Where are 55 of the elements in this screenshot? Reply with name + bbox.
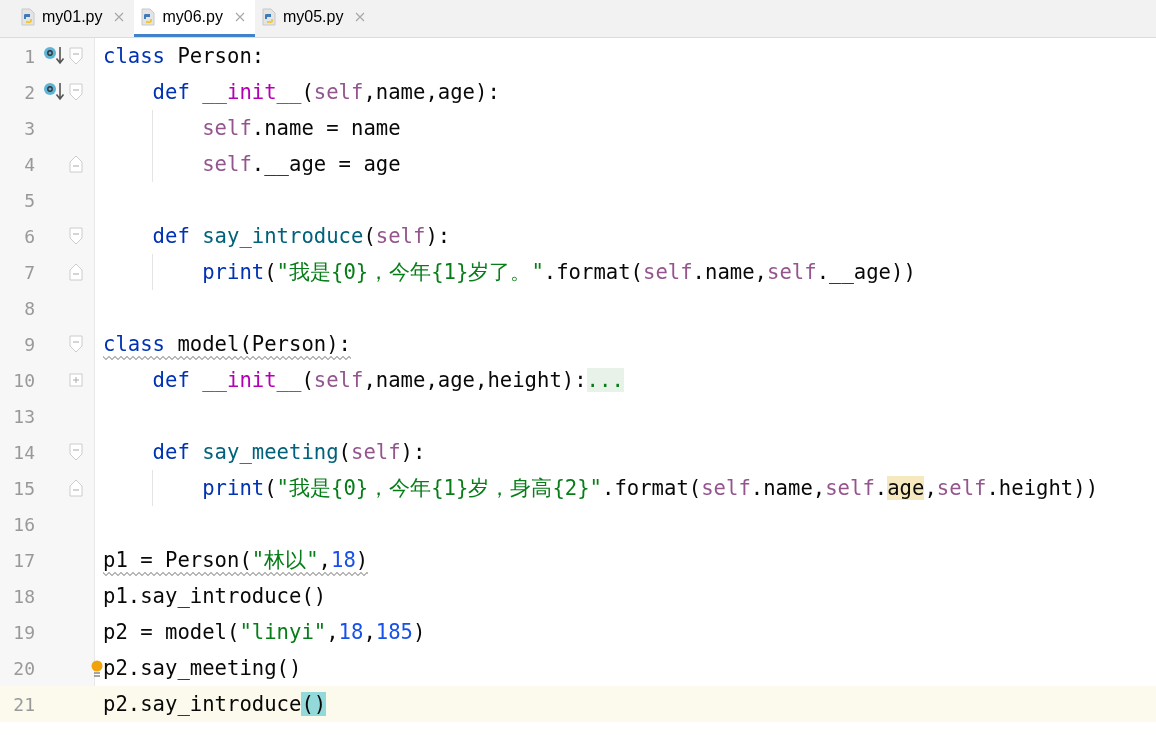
python-file-icon <box>140 8 157 26</box>
code-line: def say_meeting(self): <box>151 440 426 464</box>
code-line: def say_introduce(self): <box>151 224 451 248</box>
close-icon[interactable] <box>114 12 125 22</box>
fold-icon[interactable] <box>69 227 83 245</box>
line-number: 8 <box>23 297 35 319</box>
python-file-icon <box>20 8 36 26</box>
python-file-icon <box>260 8 277 26</box>
close-icon[interactable] <box>355 12 366 22</box>
code-line: print("我是{0}，今年{1}岁了。".format(self.name,self.__age)) <box>201 260 916 284</box>
fold-icon[interactable] <box>69 47 83 65</box>
code-line: p2.say_introduce() <box>103 692 327 716</box>
code-line: def __init__(self,name,age): <box>151 80 500 104</box>
line-number: 19 <box>12 621 35 643</box>
code-line: def __init__(self,name,age,height):... <box>151 368 624 392</box>
code-line: self.__age = age <box>201 152 401 176</box>
fold-end-icon[interactable] <box>69 155 83 173</box>
override-marker-icon[interactable] <box>43 45 67 67</box>
fold-icon[interactable] <box>69 83 83 101</box>
file-tab[interactable]: my01.py <box>14 0 135 37</box>
code-line: p1.say_introduce() <box>103 584 327 608</box>
line-number: 4 <box>23 153 35 175</box>
fold-icon[interactable] <box>69 335 83 353</box>
fold-end-icon[interactable] <box>69 479 83 497</box>
line-number: 9 <box>23 333 35 355</box>
line-number: 1 <box>23 45 35 67</box>
expand-icon[interactable] <box>69 373 83 387</box>
line-number: 14 <box>12 441 35 463</box>
lightbulb-icon[interactable] <box>91 660 103 678</box>
line-number: 10 <box>12 369 35 391</box>
code-line: p1 = Person("林以",18) <box>103 548 369 572</box>
line-number: 16 <box>12 513 35 535</box>
line-number: 21 <box>12 693 35 715</box>
code-line: print("我是{0}，今年{1}岁，身高{2}".format(self.name,self.age,self.height)) <box>201 476 1099 500</box>
line-number: 15 <box>12 477 35 499</box>
file-tab[interactable]: my05.py <box>254 0 376 37</box>
fold-icon[interactable] <box>69 443 83 461</box>
line-number: 5 <box>23 189 35 211</box>
line-number: 20 <box>12 657 35 679</box>
code-line: p2.say_meeting() <box>103 656 302 680</box>
line-number: 18 <box>12 585 35 607</box>
line-number: 17 <box>12 549 35 571</box>
line-number: 2 <box>23 81 35 103</box>
line-number: 13 <box>12 405 35 427</box>
code-line: class Person: <box>103 44 265 68</box>
fold-end-icon[interactable] <box>69 263 83 281</box>
override-marker-icon[interactable] <box>43 81 67 103</box>
code-line: self.name = name <box>201 116 401 140</box>
file-tab[interactable]: my06.py <box>134 0 255 37</box>
line-number: 6 <box>23 225 35 247</box>
code-line: p2 = model("linyi",18,185) <box>103 620 426 644</box>
line-number: 3 <box>23 117 35 139</box>
close-icon[interactable] <box>234 12 245 22</box>
line-number: 7 <box>23 261 35 283</box>
code-line: class model(Person): <box>103 332 351 356</box>
